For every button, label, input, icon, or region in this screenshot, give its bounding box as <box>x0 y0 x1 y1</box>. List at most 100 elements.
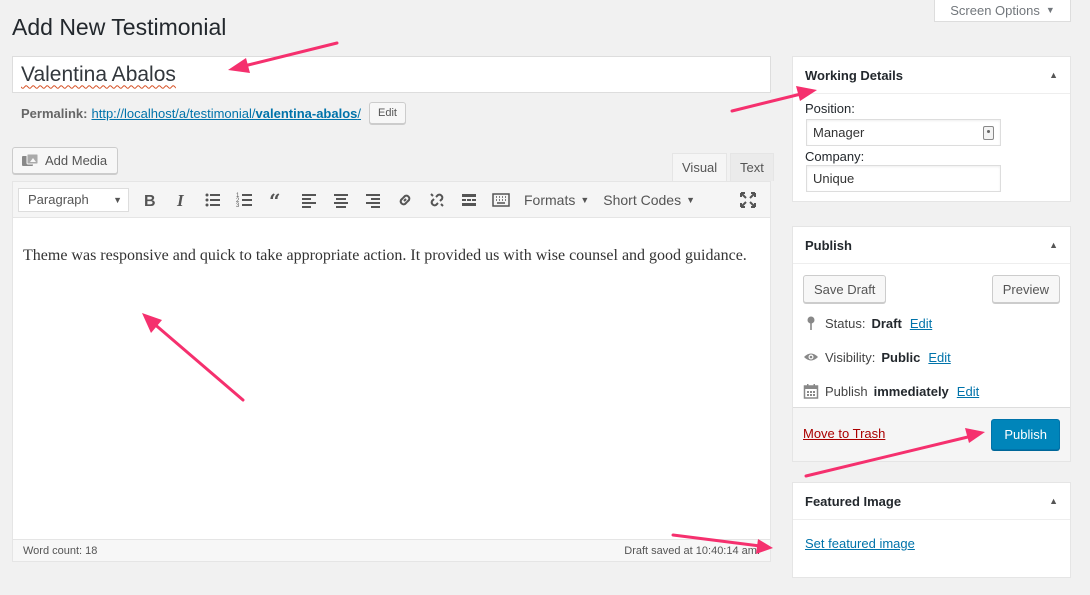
permalink-base: http://localhost/a/testimonial/ <box>91 105 256 121</box>
publish-button[interactable]: Publish <box>991 419 1060 450</box>
align-right-icon <box>366 193 380 208</box>
working-details-header[interactable]: Working Details ▲ <box>793 57 1070 94</box>
page-title: Add New Testimonial <box>12 14 227 40</box>
schedule-edit-link[interactable]: Edit <box>957 384 979 399</box>
read-more-button[interactable] <box>453 185 485 215</box>
schedule-value: immediately <box>873 383 949 399</box>
screen-options-label: Screen Options <box>950 2 1040 18</box>
permalink-link[interactable]: http://localhost/a/testimonial/valentina… <box>91 106 361 121</box>
company-value: Unique <box>813 171 855 186</box>
formats-dropdown[interactable]: Formats ▼ <box>517 185 596 215</box>
draft-saved-status: Draft saved at 10:40:14 am. <box>624 544 760 557</box>
calendar-icon <box>803 384 819 399</box>
quote-icon: “ <box>269 191 281 209</box>
working-details-title: Working Details <box>805 67 904 83</box>
content-editor: Paragraph ▼ B I 123 “ Formats ▼ Short Co… <box>12 181 771 562</box>
position-input[interactable]: Manager <box>806 119 1001 146</box>
publish-header[interactable]: Publish ▲ <box>793 227 1070 264</box>
featured-image-header[interactable]: Featured Image ▲ <box>793 483 1070 520</box>
italic-button[interactable]: I <box>165 185 197 215</box>
blockquote-button[interactable]: “ <box>261 185 293 215</box>
position-label: Position: <box>805 101 855 116</box>
chevron-down-icon: ▼ <box>1045 5 1055 15</box>
chevron-down-icon: ▼ <box>580 194 590 205</box>
toolbar-toggle-button[interactable] <box>485 185 517 215</box>
permalink-edit-button[interactable]: Edit <box>369 102 406 124</box>
keyboard-icon <box>492 192 510 207</box>
publish-title: Publish <box>805 237 852 253</box>
editor-statusbar: Word count: 18 Draft saved at 10:40:14 a… <box>13 539 770 561</box>
fullscreen-icon <box>740 192 756 208</box>
pin-icon <box>807 316 815 330</box>
visibility-edit-link[interactable]: Edit <box>928 350 950 365</box>
schedule-label: Publish <box>825 383 868 399</box>
link-icon <box>399 194 411 205</box>
svg-text:3: 3 <box>236 203 240 209</box>
chevron-down-icon: ▼ <box>686 194 696 205</box>
format-select-value: Paragraph <box>28 192 89 207</box>
company-input[interactable]: Unique <box>806 165 1001 192</box>
post-title-value: Valentina Abalos <box>21 62 176 86</box>
status-row: Status: Draft Edit <box>803 313 932 333</box>
working-details-box: Working Details ▲ Position: Manager Comp… <box>792 56 1071 202</box>
permalink-label: Permalink: <box>21 105 88 121</box>
align-left-icon <box>302 193 316 208</box>
eye-icon <box>804 353 818 361</box>
svg-text:B: B <box>144 193 156 209</box>
tab-text[interactable]: Text <box>730 153 774 181</box>
numbered-list-button[interactable]: 123 <box>229 185 261 215</box>
align-center-button[interactable] <box>325 185 357 215</box>
bullet-list-icon <box>205 193 220 206</box>
fullscreen-button[interactable] <box>732 185 764 215</box>
contact-card-icon <box>983 125 994 140</box>
featured-image-title: Featured Image <box>805 493 902 509</box>
editor-content-area[interactable]: Theme was responsive and quick to take a… <box>13 218 770 278</box>
numbered-list-icon: 123 <box>236 193 252 209</box>
set-featured-image-link[interactable]: Set featured image <box>805 536 915 551</box>
bold-icon: B <box>144 193 156 209</box>
tab-visual[interactable]: Visual <box>672 153 728 181</box>
visibility-row: Visibility: Public Edit <box>803 347 951 367</box>
editor-toolbar: Paragraph ▼ B I 123 “ Formats ▼ Short Co… <box>13 182 770 218</box>
post-title-input[interactable]: Valentina Abalos <box>12 56 771 93</box>
collapse-arrow-icon[interactable]: ▲ <box>1049 240 1058 250</box>
collapse-arrow-icon[interactable]: ▲ <box>1049 70 1058 80</box>
italic-icon: I <box>176 191 185 209</box>
collapse-arrow-icon[interactable]: ▲ <box>1049 496 1058 506</box>
schedule-row: Publish immediately Edit <box>803 381 979 401</box>
svg-text:“: “ <box>269 191 281 209</box>
bullet-list-button[interactable] <box>197 185 229 215</box>
publish-actions: Move to Trash Publish <box>793 407 1070 461</box>
company-label: Company: <box>805 149 865 164</box>
shortcodes-dropdown[interactable]: Short Codes ▼ <box>596 185 702 215</box>
status-edit-link[interactable]: Edit <box>910 316 932 331</box>
bold-button[interactable]: B <box>133 185 165 215</box>
format-select[interactable]: Paragraph ▼ <box>18 187 129 212</box>
permalink-row: Permalink: http://localhost/a/testimonia… <box>21 102 406 124</box>
read-more-icon <box>462 193 476 206</box>
featured-image-box: Featured Image ▲ Set featured image <box>792 482 1071 578</box>
save-draft-button[interactable]: Save Draft <box>803 275 887 303</box>
screen-options-button[interactable]: Screen Options ▼ <box>934 0 1071 22</box>
word-count: Word count: 18 <box>23 544 98 557</box>
insert-link-button[interactable] <box>389 185 421 215</box>
move-to-trash-link[interactable]: Move to Trash <box>803 426 885 441</box>
status-label: Status: <box>825 315 866 331</box>
align-center-icon <box>334 193 348 208</box>
shortcodes-label: Short Codes <box>603 191 682 208</box>
align-left-button[interactable] <box>293 185 325 215</box>
status-value: Draft <box>871 315 902 331</box>
formats-label: Formats <box>524 191 576 208</box>
permalink-slug: valentina-abalos <box>255 105 358 121</box>
position-value: Manager <box>813 125 865 140</box>
visibility-label: Visibility: <box>825 349 876 365</box>
unlink-button[interactable] <box>421 185 453 215</box>
preview-button[interactable]: Preview <box>991 275 1060 303</box>
add-media-label: Add Media <box>45 153 108 168</box>
visibility-value: Public <box>881 349 921 365</box>
chevron-down-icon: ▼ <box>113 194 122 205</box>
align-right-button[interactable] <box>357 185 389 215</box>
add-media-button[interactable]: Add Media <box>12 147 119 174</box>
svg-text:I: I <box>176 191 185 209</box>
publish-box: Publish ▲ Save Draft Preview Status: Dra… <box>792 226 1071 462</box>
